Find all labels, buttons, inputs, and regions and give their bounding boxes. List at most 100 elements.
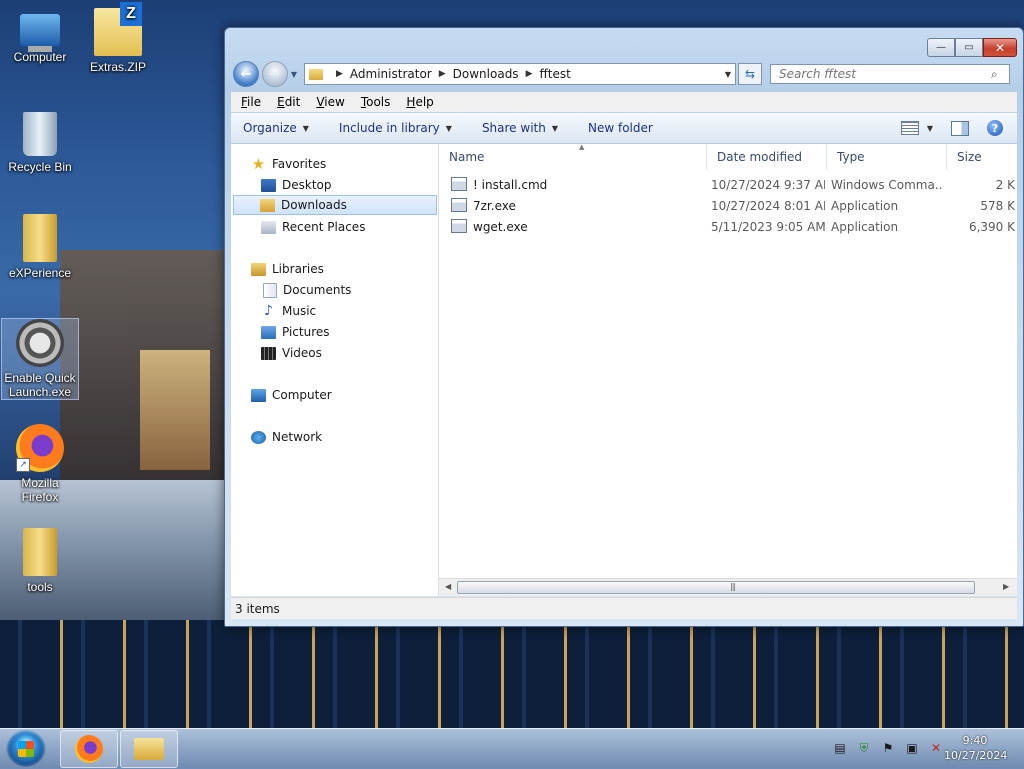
- action-center-flag-icon[interactable]: ⚑: [880, 740, 896, 756]
- desktop-icon: [261, 178, 276, 192]
- scroll-left-icon[interactable]: ◀: [445, 582, 451, 591]
- arrow-left-icon: ←: [240, 66, 252, 82]
- chevron-right-icon[interactable]: ▶: [526, 69, 533, 79]
- menu-view[interactable]: View: [316, 95, 344, 109]
- file-row[interactable]: 7zr.exe 10/27/2024 8:01 AM Application 5…: [439, 196, 1017, 217]
- chevron-down-icon: ▼: [302, 123, 309, 133]
- file-name: 7zr.exe: [473, 199, 516, 213]
- desktop-icon-enable-quick-launch[interactable]: Enable Quick Launch.exe: [1, 318, 79, 400]
- back-button[interactable]: ←: [233, 61, 259, 87]
- volume-muted-icon[interactable]: ✕: [928, 740, 944, 756]
- column-header-size[interactable]: Size: [947, 144, 1017, 170]
- refresh-icon: ⇆: [744, 67, 756, 81]
- menu-tools[interactable]: Tools: [361, 95, 391, 109]
- network-icon: [251, 430, 266, 444]
- chevron-down-icon: ▼: [551, 123, 558, 133]
- forward-button[interactable]: →: [262, 61, 288, 87]
- desktop-icon-firefox[interactable]: ↗ Mozilla Firefox: [2, 424, 78, 504]
- file-date: 10/27/2024 9:37 AM: [711, 178, 825, 192]
- explorer-body: ★ Favorites Desktop Downloads Recent Plac…: [231, 143, 1017, 596]
- nav-computer[interactable]: Computer: [251, 385, 332, 405]
- nav-label: Computer: [272, 388, 332, 402]
- nav-recent-places[interactable]: Recent Places: [261, 217, 365, 237]
- breadcrumb-administrator[interactable]: Administrator: [350, 67, 432, 81]
- column-header-name[interactable]: Name: [439, 144, 707, 170]
- refresh-button[interactable]: ⇆: [738, 63, 762, 85]
- search-input[interactable]: [777, 66, 991, 82]
- arrow-right-icon: →: [269, 66, 281, 82]
- videos-icon: [261, 346, 276, 360]
- help-icon[interactable]: ?: [987, 120, 1003, 136]
- recent-pages-dropdown[interactable]: ▼: [288, 70, 300, 79]
- file-date: 5/11/2023 9:05 AM: [711, 220, 825, 234]
- desktop-icon-extras-zip[interactable]: Extras.ZIP: [80, 2, 156, 74]
- preview-pane-icon[interactable]: [951, 120, 969, 136]
- new-folder-button[interactable]: New folder: [588, 121, 653, 135]
- desktop-icon-recycle-bin[interactable]: Recycle Bin: [2, 112, 78, 174]
- change-view-icon[interactable]: [900, 121, 919, 135]
- menu-edit[interactable]: Edit: [277, 95, 300, 109]
- taskbar-explorer-button[interactable]: [120, 730, 178, 768]
- horizontal-scrollbar[interactable]: ◀ ||| ▶: [439, 578, 1017, 596]
- new-folder-label: New folder: [588, 121, 653, 135]
- taskbar-clock[interactable]: 9:40 10/27/2024: [944, 733, 1007, 763]
- file-row[interactable]: wget.exe 5/11/2023 9:05 AM Application 6…: [439, 217, 1017, 238]
- file-date: 10/27/2024 8:01 AM: [711, 199, 825, 213]
- star-icon: ★: [251, 154, 266, 173]
- menu-bar: File Edit View Tools Help: [231, 92, 1017, 112]
- navigation-pane: ★ Favorites Desktop Downloads Recent Plac…: [231, 144, 439, 596]
- minimize-button[interactable]: —: [927, 38, 955, 57]
- organize-label: Organize: [243, 121, 297, 135]
- application-file-icon: [451, 219, 467, 233]
- folder-icon: [23, 528, 57, 576]
- nav-favorites[interactable]: ★ Favorites: [251, 154, 326, 174]
- breadcrumb-fftest[interactable]: fftest: [539, 67, 570, 81]
- maximize-button[interactable]: ▭: [955, 38, 983, 57]
- nav-libraries[interactable]: Libraries: [251, 259, 324, 279]
- nav-network[interactable]: Network: [251, 427, 322, 447]
- recycle-bin-icon: [23, 112, 57, 156]
- start-button[interactable]: [6, 730, 46, 768]
- explorer-window[interactable]: — ▭ ✕ ← → ▼ ▶ Administrator ▶ Downloads …: [224, 27, 1024, 627]
- chevron-down-icon[interactable]: ▼: [721, 70, 735, 79]
- breadcrumb-downloads[interactable]: Downloads: [453, 67, 519, 81]
- menu-help[interactable]: Help: [406, 95, 433, 109]
- share-with-button[interactable]: Share with ▼: [482, 121, 558, 135]
- close-button[interactable]: ✕: [983, 38, 1017, 57]
- chevron-right-icon[interactable]: ▶: [336, 69, 343, 79]
- document-icon: [263, 282, 277, 298]
- notes-icon[interactable]: ▤: [832, 740, 848, 756]
- column-header-date[interactable]: Date modified: [707, 144, 827, 170]
- column-header-type[interactable]: Type: [827, 144, 947, 170]
- search-icon[interactable]: ⌕: [991, 67, 998, 82]
- file-name: wget.exe: [473, 220, 528, 234]
- quick-launch-icon: [16, 319, 64, 367]
- nav-downloads[interactable]: Downloads: [233, 195, 437, 215]
- organize-button[interactable]: Organize ▼: [243, 121, 309, 135]
- chevron-right-icon[interactable]: ▶: [439, 69, 446, 79]
- share-label: Share with: [481, 121, 546, 135]
- nav-pictures[interactable]: Pictures: [261, 322, 330, 342]
- include-in-library-button[interactable]: Include in library ▼: [339, 121, 452, 135]
- search-box[interactable]: ⌕: [770, 64, 1010, 84]
- nav-label: Downloads: [281, 198, 347, 212]
- taskbar-firefox-button[interactable]: [60, 730, 118, 768]
- windows-logo-icon: [18, 741, 34, 757]
- desktop-icon-computer[interactable]: Computer: [2, 8, 78, 64]
- nav-videos[interactable]: Videos: [261, 343, 322, 363]
- security-shield-icon[interactable]: ⛨: [856, 740, 872, 756]
- scrollbar-thumb[interactable]: |||: [457, 581, 975, 594]
- desktop-icon-experience[interactable]: eXPerience: [2, 214, 78, 280]
- address-bar[interactable]: ▶ Administrator ▶ Downloads ▶ fftest ▼: [304, 63, 736, 85]
- nav-desktop[interactable]: Desktop: [261, 175, 332, 195]
- network-tray-icon[interactable]: ▣: [904, 740, 920, 756]
- scroll-right-icon[interactable]: ▶: [1003, 582, 1009, 591]
- chevron-down-icon[interactable]: ▼: [927, 124, 933, 133]
- nav-documents[interactable]: Documents: [263, 280, 351, 300]
- file-row[interactable]: ! install.cmd 10/27/2024 9:37 AM Windows…: [439, 175, 1017, 196]
- menu-file[interactable]: File: [241, 95, 261, 109]
- nav-label: Network: [272, 430, 323, 444]
- desktop-icon-tools[interactable]: tools: [2, 528, 78, 594]
- pictures-icon: [261, 325, 276, 339]
- nav-music[interactable]: ♪ Music: [261, 301, 316, 321]
